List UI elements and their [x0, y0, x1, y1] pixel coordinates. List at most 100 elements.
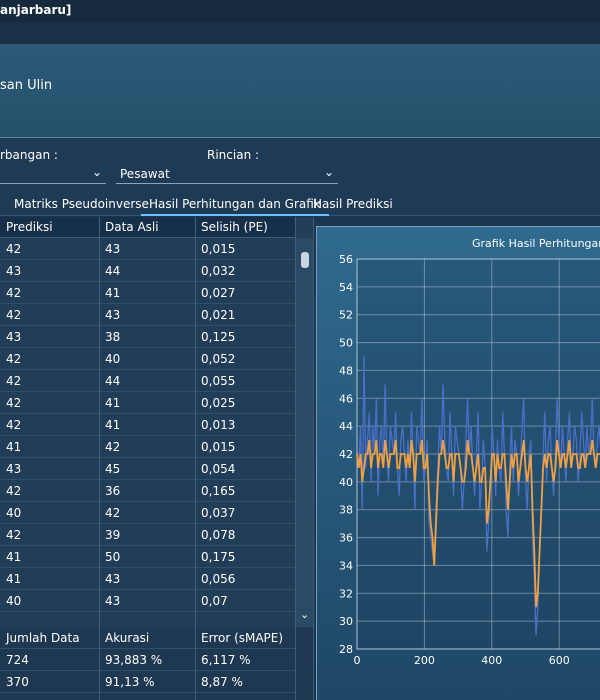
table-cell: 43: [105, 308, 121, 322]
table-cell: 41: [6, 550, 22, 564]
column-divider: [99, 627, 100, 700]
table-cell: 41: [6, 572, 22, 586]
y-tick-label: 56: [339, 253, 353, 266]
line-chart: 28 30 32 34 36 38 40 42 44 46 48 50 52 54 56 0 200 400 600: [339, 253, 600, 667]
table-scrollbar[interactable]: ⌄: [296, 238, 313, 627]
table-cell: 41: [6, 440, 22, 454]
summary-table: Jumlah Data Akurasi Error (sMAPE) 724 93…: [0, 627, 314, 700]
table-cell: 42: [6, 396, 22, 410]
table-row[interactable]: 42 41 0,025: [0, 392, 296, 414]
tab-hasil-perhitungan[interactable]: Hasil Perhitungan dan Grafik: [141, 197, 329, 216]
y-tick-label: 52: [339, 309, 353, 322]
table-row[interactable]: 42 43 0,021: [0, 304, 296, 326]
table-row[interactable]: 40 43 0,07: [0, 590, 296, 612]
detail-dropdown[interactable]: Pesawat ⌄: [116, 164, 338, 184]
table-row[interactable]: 42 43 0,015: [0, 238, 296, 260]
table-cell: 41: [105, 286, 121, 300]
y-tick-label: 28: [339, 643, 353, 656]
table-cell: 0,032: [201, 264, 236, 278]
y-tick-label: 32: [339, 587, 353, 600]
y-tick-label: 44: [339, 420, 353, 433]
table-cell: 0,015: [201, 242, 236, 256]
table-cell: 0,078: [201, 528, 236, 542]
y-tick-label: 34: [339, 559, 353, 572]
column-header-selisih[interactable]: Selisih (PE): [195, 217, 268, 238]
table-cell: 0,054: [201, 462, 236, 476]
table-row[interactable]: 40 42 0,037: [0, 502, 296, 524]
menu-strip: [0, 22, 600, 44]
table-row[interactable]: 42 41 0,027: [0, 282, 296, 304]
column-header-prediksi[interactable]: Prediksi: [0, 217, 53, 238]
result-table: Prediksi Data Asli Selisih (PE) 42 43 0,01…: [0, 217, 314, 627]
summary-header-error: Error (sMAPE): [201, 631, 284, 645]
table-cell: 43: [6, 462, 22, 476]
table-row[interactable]: 42 39 0,078: [0, 524, 296, 546]
detail-label: Rincian :: [207, 148, 260, 162]
y-tick-label: 38: [339, 504, 353, 517]
x-tick-label: 600: [549, 654, 570, 667]
y-tick-label: 54: [339, 281, 353, 294]
window-titlebar: anjarbaru]: [0, 0, 600, 22]
column-divider: [295, 627, 296, 700]
column-divider: [195, 627, 196, 700]
table-cell: 0,021: [201, 308, 236, 322]
table-cell: 0,013: [201, 418, 236, 432]
branch-dropdown[interactable]: ⌄: [0, 164, 106, 184]
summary-cell: 8,87 %: [201, 675, 243, 689]
table-cell: 42: [6, 308, 22, 322]
table-cell: 40: [6, 506, 22, 520]
scrollbar-thumb[interactable]: [301, 252, 309, 268]
summary-header-jumlah: Jumlah Data: [6, 631, 80, 645]
tab-matriks-pseudoinverse[interactable]: Matriks Pseudoinverse: [14, 197, 149, 214]
table-cell: 41: [105, 418, 121, 432]
table-cell: 39: [105, 528, 121, 542]
table-row[interactable]: 43 44 0,032: [0, 260, 296, 282]
table-cell: 0,175: [201, 550, 236, 564]
table-header: Prediksi Data Asli Selisih (PE): [0, 217, 296, 238]
summary-row: 724 93,883 % 6,117 %: [0, 649, 296, 671]
table-row[interactable]: 42 44 0,055: [0, 370, 296, 392]
filter-bar: rbangan : ⌄ Rincian : Pesawat ⌄: [0, 139, 600, 194]
table-cell: 42: [6, 418, 22, 432]
column-header-data-asli[interactable]: Data Asli: [99, 217, 159, 238]
summary-header-row: Jumlah Data Akurasi Error (sMAPE): [0, 627, 296, 649]
table-cell: 50: [105, 550, 121, 564]
table-cell: 0,056: [201, 572, 236, 586]
column-divider: [195, 217, 196, 627]
summary-cell: 724: [6, 653, 29, 667]
table-row[interactable]: 43 45 0,054: [0, 458, 296, 480]
table-cell: 0,055: [201, 374, 236, 388]
table-row[interactable]: 43 38 0,125: [0, 326, 296, 348]
x-tick-label: 200: [414, 654, 435, 667]
branch-label: rbangan :: [0, 148, 58, 162]
tab-hasil-prediksi[interactable]: Hasil Prediksi: [313, 197, 393, 214]
table-cell: 42: [6, 242, 22, 256]
table-cell: 43: [105, 242, 121, 256]
summary-cell: 370: [6, 675, 29, 689]
table-cell: 0,015: [201, 440, 236, 454]
scroll-down-icon[interactable]: ⌄: [300, 608, 309, 621]
table-cell: 41: [105, 396, 121, 410]
y-tick-label: 40: [339, 476, 353, 489]
table-cell: 0,027: [201, 286, 236, 300]
y-tick-label: 46: [339, 392, 353, 405]
table-row[interactable]: 42 41 0,013: [0, 414, 296, 436]
table-row[interactable]: 41 43 0,056: [0, 568, 296, 590]
table-row[interactable]: 42 40 0,052: [0, 348, 296, 370]
tab-bar: Matriks Pseudoinverse Hasil Perhitungan …: [0, 194, 600, 216]
table-cell: 0,052: [201, 352, 236, 366]
table-cell: 45: [105, 462, 121, 476]
summary-cell: 93,883 %: [105, 653, 163, 667]
detail-dropdown-value: Pesawat: [120, 167, 170, 181]
table-row[interactable]: 41 50 0,175: [0, 546, 296, 568]
page-header: san Ulin: [0, 44, 600, 138]
table-cell: 36: [105, 484, 121, 498]
table-row[interactable]: 41 42 0,015: [0, 436, 296, 458]
table-cell: 0,125: [201, 330, 236, 344]
x-tick-label: 0: [354, 654, 361, 667]
table-cell: 42: [105, 440, 121, 454]
table-cell: 42: [6, 352, 22, 366]
table-row[interactable]: 42 36 0,165: [0, 480, 296, 502]
table-cell: 43: [105, 572, 121, 586]
table-cell: 44: [105, 374, 121, 388]
